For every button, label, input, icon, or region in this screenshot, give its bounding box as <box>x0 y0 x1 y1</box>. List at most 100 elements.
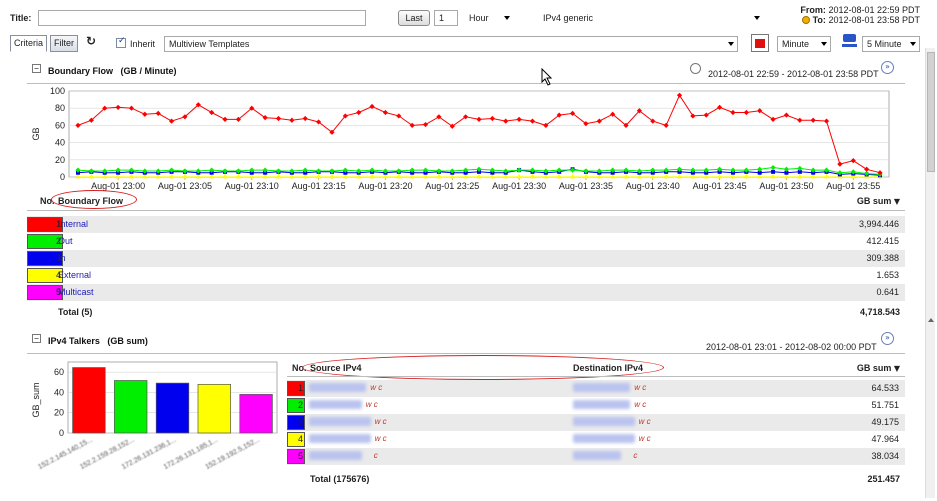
boundary-flow-link[interactable]: Out <box>58 236 73 246</box>
x-tick-label: Aug-01 23:30 <box>492 181 546 191</box>
whois-link[interactable]: w <box>634 383 640 392</box>
color-swatch: 5 <box>287 449 305 464</box>
y-tick-label: 20 <box>54 408 64 418</box>
template-select[interactable]: IPv4 generic <box>538 10 764 26</box>
expand-talkers-icon[interactable]: » <box>881 332 894 345</box>
bar <box>72 367 106 434</box>
y-tick-label: 60 <box>54 367 64 377</box>
inherit-label: Inherit <box>130 39 156 49</box>
refresh-icon[interactable]: ↻ <box>86 34 96 48</box>
boundary-flow-link[interactable]: External <box>58 270 91 280</box>
divider <box>27 83 905 84</box>
destination-ip-link[interactable]: 152.19.133.19 <box>573 383 631 392</box>
chart-type-icon[interactable] <box>842 32 858 50</box>
last-count-input[interactable]: 1 <box>434 10 458 26</box>
x-tick-label: Aug-01 23:10 <box>225 181 279 191</box>
talkers-title: IPv4 Talkers (GB sum) <box>48 336 148 346</box>
talkers-total-value: 251.457 <box>867 474 900 484</box>
talkers-col-destination: Destination IPv4 <box>573 363 644 373</box>
whois-link[interactable]: w <box>639 417 645 426</box>
conversation-link[interactable]: c <box>383 434 387 443</box>
mouse-cursor-icon <box>541 68 553 86</box>
multiview-value: Multiview Templates <box>169 39 250 49</box>
y-tick-label: 80 <box>55 103 65 113</box>
conversation-link[interactable]: c <box>642 383 646 392</box>
talkers-col-gb-sum[interactable]: GB sum ▼ <box>830 363 900 373</box>
from-range: From: 2012-08-01 22:59 PDT To: 2012-08-0… <box>790 5 920 25</box>
y-tick-label: 0 <box>60 172 65 182</box>
conversation-link[interactable]: c <box>383 417 387 426</box>
title-input[interactable] <box>38 10 366 26</box>
gb-sum-value: 47.964 <box>871 434 899 444</box>
destination-ip-link[interactable]: 172.27.167.253 <box>573 434 635 443</box>
whois-link[interactable]: w <box>375 417 381 426</box>
boundary-flow-link[interactable]: In <box>58 253 66 263</box>
whois-link[interactable]: w <box>375 434 381 443</box>
source-ip-link[interactable]: 152.19.192.5 <box>309 451 362 460</box>
boundary-total-label: Total (5) <box>58 307 93 317</box>
conversation-link[interactable]: c <box>378 383 382 392</box>
destination-ip-link[interactable]: 152.2.3.199 <box>573 451 622 460</box>
color-icon[interactable] <box>751 34 769 52</box>
destination-ip-link[interactable]: 172.27.167.254 <box>573 417 635 426</box>
y-tick-label: 40 <box>55 138 65 148</box>
granularity-select[interactable]: Minute <box>777 36 831 52</box>
x-tick-label: Aug-01 23:50 <box>759 181 813 191</box>
source-ip-link[interactable]: 172.26.131.236 <box>309 417 371 426</box>
whois-link[interactable]: w <box>639 434 645 443</box>
chevron-down-icon <box>754 16 760 20</box>
x-tick-label: Aug-01 23:45 <box>693 181 747 191</box>
to-value: 2012-08-01 23:58 PDT <box>828 15 920 25</box>
multiview-select[interactable]: Multiview Templates <box>164 36 738 52</box>
table-row: 3172.26.131.236wc172.27.167.254wc49.175 <box>287 414 905 431</box>
gb-sum-value: 38.034 <box>871 451 899 461</box>
boundary-title: Boundary Flow (GB / Minute) <box>48 66 177 76</box>
collapse-boundary-icon[interactable]: − <box>32 64 41 73</box>
talkers-col-source: Source IPv4 <box>310 363 362 373</box>
y-axis-label: GB_sum <box>31 382 41 417</box>
plot-area <box>68 90 890 178</box>
conversation-link[interactable]: c <box>374 451 378 460</box>
y-tick-label: 40 <box>54 387 64 397</box>
col-header-boundary-flow: Boundary Flow <box>58 196 123 206</box>
conversation-link[interactable]: c <box>647 417 651 426</box>
whois-link[interactable]: w <box>370 383 376 392</box>
talkers-col-no: No. <box>292 363 307 373</box>
boundary-flow-link[interactable]: Internal <box>58 219 88 229</box>
zoom-icon[interactable] <box>690 63 701 74</box>
divider <box>287 376 905 377</box>
source-ip-link[interactable]: 152.2.145.140 <box>309 383 367 392</box>
collapse-talkers-icon[interactable]: − <box>32 334 41 343</box>
time-unit-select[interactable]: Hour <box>464 10 514 26</box>
y-axis-label: GB <box>31 127 41 140</box>
col-header-gb-sum[interactable]: GB sum ▼ <box>830 196 900 206</box>
expand-boundary-icon[interactable]: » <box>881 61 894 74</box>
from-value: 2012-08-01 22:59 PDT <box>828 5 920 15</box>
sort-desc-icon: ▼ <box>893 197 900 206</box>
whois-link[interactable]: w <box>634 400 640 409</box>
inherit-checkbox[interactable] <box>116 36 126 48</box>
chevron-down-icon <box>821 42 827 46</box>
source-ip-link[interactable]: 152.2.159.28 <box>309 400 362 409</box>
chevron-down-icon <box>504 16 510 20</box>
conversation-link[interactable]: c <box>633 451 637 460</box>
conversation-link[interactable]: c <box>647 434 651 443</box>
source-ip-link[interactable]: 172.26.131.185 <box>309 434 371 443</box>
conversation-link[interactable]: c <box>642 400 646 409</box>
tab-criteria[interactable]: Criteria <box>10 35 48 52</box>
x-tick-label: Aug-01 23:35 <box>559 181 613 191</box>
x-tick-label: Aug-01 23:05 <box>158 181 212 191</box>
boundary-flow-link[interactable]: Multicast <box>58 287 94 297</box>
scroll-arrow-icon[interactable] <box>928 318 934 322</box>
last-button[interactable]: Last <box>398 10 430 26</box>
scrollbar-thumb[interactable] <box>927 52 935 172</box>
interval-select[interactable]: 5 Minute <box>862 36 920 52</box>
whois-link[interactable]: w <box>366 400 372 409</box>
vertical-scrollbar[interactable] <box>925 48 935 498</box>
conversation-link[interactable]: c <box>374 400 378 409</box>
from-label: From: <box>800 5 826 15</box>
bar <box>114 380 148 434</box>
boundary-total-value: 4,718.543 <box>859 307 900 317</box>
tab-filter[interactable]: Filter <box>50 35 78 52</box>
destination-ip-link[interactable]: 152.19.133.17 <box>573 400 631 409</box>
